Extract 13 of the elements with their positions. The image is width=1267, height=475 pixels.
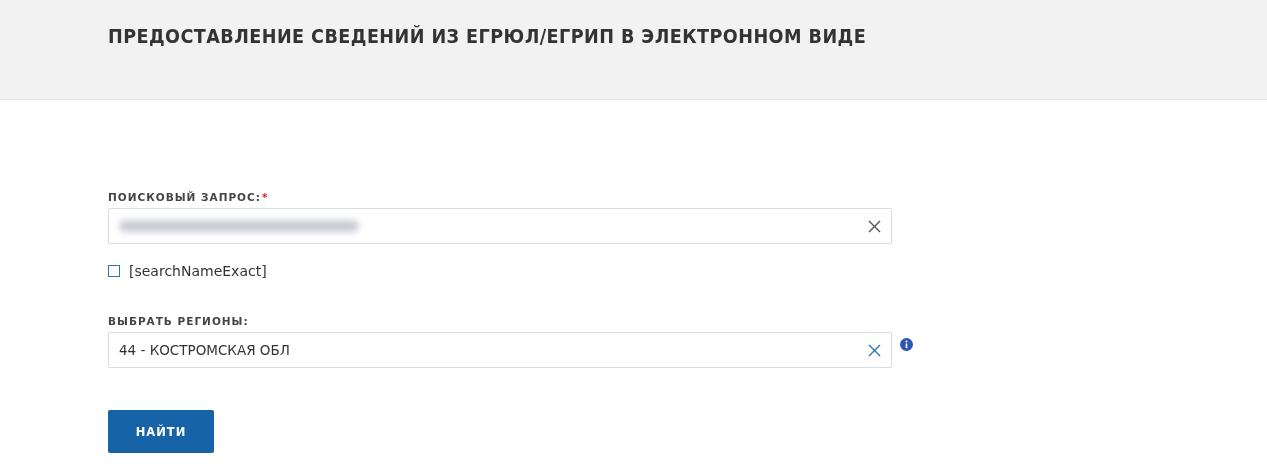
region-field[interactable]: 44 - КОСТРОМСКАЯ ОБЛ [108, 332, 892, 368]
search-button[interactable]: НАЙТИ [108, 410, 214, 453]
checkbox-label: [searchNameExact] [129, 263, 267, 279]
checkbox[interactable] [108, 265, 120, 277]
field-value: 44 - КОСТРОМСКАЯ ОБЛ [119, 342, 290, 358]
info-icon[interactable] [900, 337, 913, 351]
search-field[interactable] [108, 208, 892, 244]
clear-icon[interactable] [868, 343, 881, 357]
field-label: ПОИСКОВЫЙ ЗАПРОС: [108, 191, 261, 203]
field-label: ВЫБРАТЬ РЕГИОНЫ: [108, 315, 249, 327]
clear-icon[interactable] [868, 219, 881, 233]
required-mark: * [261, 191, 269, 203]
page-title: ПРЕДОСТАВЛЕНИЕ СВЕДЕНИЙ ИЗ ЕГРЮЛ/ЕГРИП В ЭЛЕКТРОННОМ ВИДЕ [108, 24, 867, 48]
